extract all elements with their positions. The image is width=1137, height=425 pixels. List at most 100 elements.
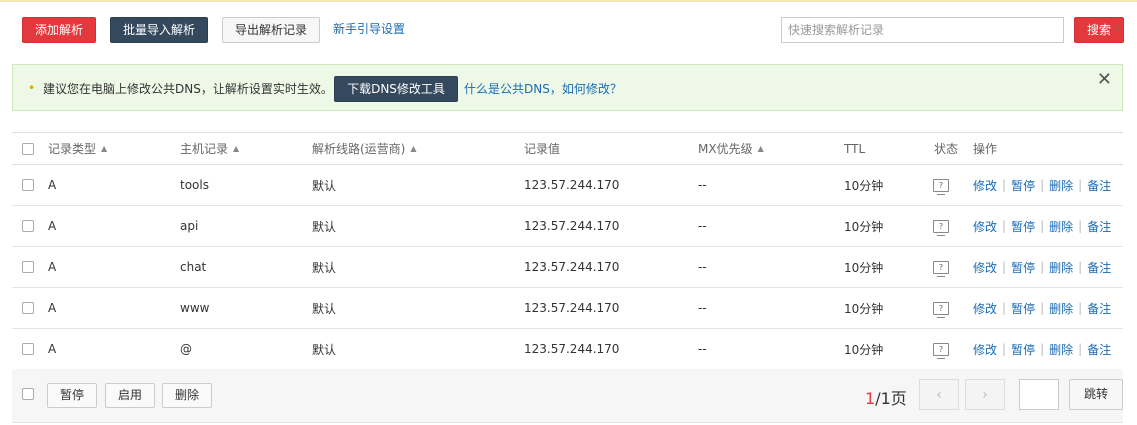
status-cell: ?	[933, 288, 949, 328]
mx-priority: --	[698, 342, 707, 356]
header-ttl: TTL	[844, 133, 865, 164]
header-type-label: 记录类型	[48, 142, 97, 156]
pause-link[interactable]: 暂停	[1011, 341, 1035, 358]
record-value: 123.57.244.170	[524, 260, 620, 274]
ttl-value: 10分钟	[844, 219, 884, 234]
pause-link[interactable]: 暂停	[1011, 300, 1035, 317]
divider: |	[1002, 219, 1007, 233]
edit-link[interactable]: 修改	[973, 218, 997, 235]
header-ttl-label: TTL	[844, 141, 866, 156]
table-row: Atools 默认 123.57.244.170 -- 10分钟? 修改 | 暂停 | 删除 | 备注	[12, 165, 1123, 206]
mx-priority: --	[698, 219, 707, 233]
row-checkbox[interactable]	[22, 220, 34, 232]
header-status: 状态	[934, 133, 958, 164]
host-record: chat	[180, 260, 207, 274]
status-help-icon[interactable]: ?	[933, 260, 949, 277]
header-ops: 操作	[973, 133, 997, 164]
note-link[interactable]: 备注	[1087, 341, 1111, 358]
note-link[interactable]: 备注	[1087, 300, 1111, 317]
batch-import-button[interactable]: 批量导入解析	[110, 17, 208, 43]
sort-up-icon: ▲	[410, 144, 417, 153]
record-value: 123.57.244.170	[524, 178, 620, 192]
dns-notice-banner: • 建议您在电脑上修改公共DNS，让解析设置实时生效。 下载DNS修改工具 什么…	[12, 64, 1123, 111]
ttl-value: 10分钟	[844, 342, 884, 357]
edit-link[interactable]: 修改	[973, 177, 997, 194]
status-help-icon[interactable]: ?	[933, 178, 949, 195]
status-help-icon[interactable]: ?	[933, 342, 949, 359]
pause-link[interactable]: 暂停	[1011, 259, 1035, 276]
divider: |	[1040, 301, 1045, 315]
header-status-label: 状态	[934, 142, 959, 156]
edit-link[interactable]: 修改	[973, 341, 997, 358]
note-link[interactable]: 备注	[1087, 177, 1111, 194]
note-link[interactable]: 备注	[1087, 259, 1111, 276]
status-help-icon[interactable]: ?	[933, 301, 949, 318]
row-checkbox[interactable]	[22, 302, 34, 314]
record-type: A	[48, 342, 57, 356]
batch-delete-button[interactable]: 删除	[162, 383, 212, 408]
select-all-checkbox[interactable]	[22, 142, 34, 155]
row-checkbox[interactable]	[22, 343, 34, 355]
pause-link[interactable]: 暂停	[1011, 218, 1035, 235]
chevron-left-icon[interactable]: ‹	[919, 379, 959, 410]
table-row: A @ 默认 123.57.244.170 -- 10分钟? 修改 | 暂停 | 删除 | 备注	[12, 329, 1123, 370]
row-checkbox[interactable]	[22, 261, 34, 273]
edit-link[interactable]: 修改	[973, 259, 997, 276]
header-value-label: 记录值	[524, 142, 561, 156]
batch-enable-button[interactable]: 启用	[105, 383, 155, 408]
add-record-button[interactable]: 添加解析	[22, 17, 96, 43]
row-select-cell	[22, 288, 34, 328]
divider: |	[1040, 178, 1045, 192]
header-host[interactable]: 主机记录 ▲	[180, 133, 239, 164]
public-dns-help-link[interactable]: 什么是公共DNS，如何修改？	[464, 80, 622, 97]
resolve-line: 默认	[312, 178, 337, 193]
sort-up-icon: ▲	[233, 144, 240, 153]
chevron-right-icon[interactable]: ›	[965, 379, 1005, 410]
divider: |	[1002, 342, 1007, 356]
page-jump-input[interactable]	[1019, 379, 1059, 410]
divider: |	[1040, 260, 1045, 274]
toolbar: 添加解析 批量导入解析 导出解析记录 新手引导设置 搜索	[0, 0, 1137, 60]
row-actions: 修改 | 暂停 | 删除 | 备注	[973, 329, 1111, 369]
delete-link[interactable]: 删除	[1049, 259, 1073, 276]
batch-pause-button[interactable]: 暂停	[47, 383, 97, 408]
page-indicator: 1/1页	[865, 385, 907, 409]
header-mx[interactable]: MX优先级 ▲	[698, 133, 764, 164]
delete-link[interactable]: 删除	[1049, 341, 1073, 358]
header-mx-label: MX优先级	[698, 142, 753, 156]
guide-settings-link[interactable]: 新手引导设置	[333, 20, 405, 37]
search-button[interactable]: 搜索	[1074, 17, 1124, 43]
record-type: A	[48, 301, 57, 315]
divider: |	[1078, 342, 1083, 356]
export-records-button[interactable]: 导出解析记录	[222, 17, 320, 43]
ttl-value: 10分钟	[844, 178, 884, 193]
resolve-line: 默认	[312, 260, 337, 275]
pause-link[interactable]: 暂停	[1011, 177, 1035, 194]
status-help-icon[interactable]: ?	[933, 219, 949, 236]
search-input[interactable]	[781, 17, 1064, 43]
footer-select-all-checkbox[interactable]	[22, 388, 34, 400]
host-record: api	[180, 219, 199, 233]
divider: |	[1040, 219, 1045, 233]
status-cell: ?	[933, 329, 949, 369]
delete-link[interactable]: 删除	[1049, 300, 1073, 317]
close-icon[interactable]: ✕	[1097, 70, 1112, 90]
row-select-cell	[22, 247, 34, 287]
delete-link[interactable]: 删除	[1049, 218, 1073, 235]
header-line-label: 解析线路(运营商)	[312, 142, 406, 156]
notice-text: 建议您在电脑上修改公共DNS，让解析设置实时生效。	[43, 82, 333, 96]
host-record: @	[180, 342, 192, 356]
total-pages: /1页	[875, 389, 907, 408]
current-page: 1	[865, 389, 876, 408]
row-checkbox[interactable]	[22, 179, 34, 191]
host-record: tools	[180, 178, 209, 192]
header-line[interactable]: 解析线路(运营商) ▲	[312, 133, 417, 164]
edit-link[interactable]: 修改	[973, 300, 997, 317]
download-dns-tool-button[interactable]: 下载DNS修改工具	[334, 76, 458, 102]
delete-link[interactable]: 删除	[1049, 177, 1073, 194]
sort-up-icon: ▲	[757, 144, 764, 153]
note-link[interactable]: 备注	[1087, 218, 1111, 235]
page-jump-button[interactable]: 跳转	[1069, 379, 1123, 410]
divider: |	[1078, 178, 1083, 192]
header-type[interactable]: 记录类型 ▲	[48, 133, 107, 164]
